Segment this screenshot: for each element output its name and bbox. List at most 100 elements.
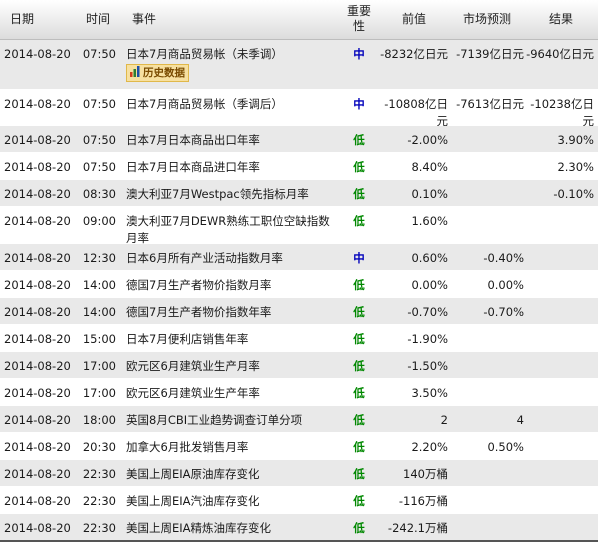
- row-time: 22:30: [82, 467, 116, 481]
- header-actual: 结果: [549, 12, 574, 26]
- table-row: 2014-08-20 08:30 澳大利亚7月Westpac领先指标月率 低 0.10%…: [0, 180, 598, 207]
- row-date: 2014-08-20: [4, 160, 71, 174]
- row-time: 22:30: [82, 494, 116, 508]
- row-time: 09:00: [82, 214, 116, 228]
- row-previous: -116万桶: [398, 494, 448, 508]
- importance-badge: 低: [353, 359, 365, 373]
- importance-badge: 低: [353, 160, 365, 174]
- row-forecast: -0.70%: [483, 305, 524, 319]
- importance-badge: 低: [353, 305, 365, 319]
- row-actual: -9640亿日元: [526, 47, 594, 61]
- row-date: 2014-08-20: [4, 47, 71, 61]
- history-data-button[interactable]: 历史数据: [126, 64, 189, 82]
- row-previous: -1.50%: [407, 359, 448, 373]
- row-date: 2014-08-20: [4, 97, 71, 111]
- row-date: 2014-08-20: [4, 214, 71, 228]
- bar-chart-icon: [130, 66, 140, 77]
- row-event-name: 日本6月所有产业活动指数月率: [126, 251, 283, 265]
- importance-badge: 低: [353, 494, 365, 508]
- row-date: 2014-08-20: [4, 332, 71, 346]
- importance-badge: 低: [353, 521, 365, 535]
- row-time: 14:00: [82, 305, 116, 319]
- header-event: 事件: [132, 12, 157, 26]
- row-date: 2014-08-20: [4, 251, 71, 265]
- row-time: 12:30: [82, 251, 116, 265]
- table-row: 2014-08-20 17:00 欧元区6月建筑业生产年率 低 3.50%: [0, 379, 598, 406]
- row-forecast: 0.00%: [487, 278, 524, 292]
- row-event: 日本7月商品贸易帐（未季调） 历史数据: [126, 46, 340, 82]
- row-event: 美国上周EIA原油库存变化: [126, 466, 340, 483]
- row-previous: 1.60%: [411, 214, 448, 228]
- row-date: 2014-08-20: [4, 305, 71, 319]
- row-time: 17:00: [82, 359, 116, 373]
- row-event-name: 美国上周EIA汽油库存变化: [126, 494, 260, 508]
- header-importance: 重要性: [346, 4, 371, 33]
- importance-badge: 中: [353, 47, 365, 61]
- row-event-name: 日本7月日本商品进口年率: [126, 160, 260, 174]
- row-event: 日本7月日本商品出口年率: [126, 132, 340, 149]
- importance-badge: 低: [353, 278, 365, 292]
- table-row: 2014-08-20 18:00 英国8月CBI工业趋势调查订单分项 低 2 4: [0, 406, 598, 433]
- row-time: 07:50: [82, 160, 116, 174]
- table-row: 2014-08-20 12:30 日本6月所有产业活动指数月率 中 0.60% -0.40…: [0, 244, 598, 271]
- row-event: 日本6月所有产业活动指数月率: [126, 250, 340, 267]
- row-previous: -10808亿日元: [384, 97, 448, 128]
- row-event-name: 日本7月便利店销售年率: [126, 332, 249, 346]
- row-time: 22:30: [82, 521, 116, 535]
- table-row: 2014-08-20 14:00 德国7月生产者物价指数月率 低 0.00% 0.00%: [0, 271, 598, 298]
- row-previous: 0.10%: [411, 187, 448, 201]
- header-date: 日期: [10, 12, 35, 26]
- table-row: 2014-08-20 07:50 日本7月日本商品进口年率 低 8.40% 2.30%: [0, 153, 598, 180]
- table-bottom-border: [0, 540, 598, 542]
- row-time: 08:30: [82, 187, 116, 201]
- row-date: 2014-08-20: [4, 467, 71, 481]
- row-event: 欧元区6月建筑业生产月率: [126, 358, 340, 375]
- row-date: 2014-08-20: [4, 494, 71, 508]
- row-previous: 2.20%: [411, 440, 448, 454]
- importance-badge: 低: [353, 133, 365, 147]
- importance-badge: 低: [353, 187, 365, 201]
- row-date: 2014-08-20: [4, 386, 71, 400]
- row-date: 2014-08-20: [4, 521, 71, 535]
- row-forecast: 0.50%: [487, 440, 524, 454]
- row-time: 14:00: [82, 278, 116, 292]
- row-event-name: 欧元区6月建筑业生产月率: [126, 359, 260, 373]
- row-event-name: 美国上周EIA原油库存变化: [126, 467, 260, 481]
- row-event-name: 欧元区6月建筑业生产年率: [126, 386, 260, 400]
- row-previous: -2.00%: [407, 133, 448, 147]
- economic-calendar: 日期 时间 事件 重要性 前值 市场预测 结果 2014-08-20 07:50 日…: [0, 0, 598, 543]
- row-date: 2014-08-20: [4, 413, 71, 427]
- importance-badge: 低: [353, 467, 365, 481]
- row-event-name: 加拿大6月批发销售月率: [126, 440, 249, 454]
- row-previous: -0.70%: [407, 305, 448, 319]
- row-time: 07:50: [82, 133, 116, 147]
- row-actual: 3.90%: [557, 133, 594, 147]
- importance-badge: 低: [353, 332, 365, 346]
- importance-badge: 低: [353, 214, 365, 228]
- row-forecast: -0.40%: [483, 251, 524, 265]
- row-previous: 3.50%: [411, 386, 448, 400]
- table-row: 2014-08-20 07:50 日本7月商品贸易帐（季调后）中 -10808亿日元 -…: [0, 90, 598, 128]
- importance-badge: 低: [353, 386, 365, 400]
- row-forecast: 4: [516, 413, 524, 427]
- row-actual: -10238亿日元: [530, 97, 594, 128]
- importance-badge: 中: [353, 251, 365, 265]
- row-actual: 2.30%: [557, 160, 594, 174]
- table-row: 2014-08-20 15:00 日本7月便利店销售年率 低 -1.90%: [0, 325, 598, 352]
- header-previous: 前值: [402, 12, 427, 26]
- row-previous: -8232亿日元: [380, 47, 448, 61]
- row-forecast: -7613亿日元: [456, 97, 524, 111]
- table-row: 2014-08-20 07:50 日本7月商品贸易帐（未季调） 历史数据 中 -8232亿…: [0, 40, 598, 90]
- importance-badge: 中: [353, 97, 365, 111]
- row-date: 2014-08-20: [4, 187, 71, 201]
- row-event-name: 日本7月商品贸易帐（未季调）: [126, 47, 283, 61]
- row-event: 英国8月CBI工业趋势调查订单分项: [126, 412, 340, 429]
- row-time: 15:00: [82, 332, 116, 346]
- row-event: 德国7月生产者物价指数年率: [126, 304, 340, 321]
- row-event: 加拿大6月批发销售月率: [126, 439, 340, 456]
- row-event: 日本7月商品贸易帐（季调后）: [126, 96, 340, 113]
- row-previous: -242.1万桶: [387, 521, 448, 535]
- row-date: 2014-08-20: [4, 133, 71, 147]
- row-event-name: 美国上周EIA精炼油库存变化: [126, 521, 272, 535]
- row-event-name: 澳大利亚7月DEWR熟练工职位空缺指数月率: [126, 214, 330, 245]
